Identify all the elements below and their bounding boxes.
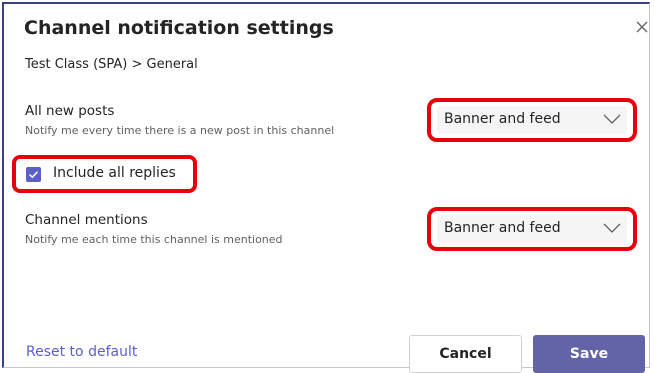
- include-all-replies-label: Include all replies: [53, 165, 176, 181]
- channel-mentions-description: Notify me each time this channel is ment…: [25, 233, 283, 246]
- notification-settings-dialog: Channel notification settings Test Class…: [2, 2, 652, 373]
- save-button[interactable]: Save: [533, 335, 645, 373]
- cancel-button[interactable]: Cancel: [409, 335, 522, 373]
- channel-mentions-selected-value: Banner and feed: [444, 220, 561, 236]
- channel-mentions-title: Channel mentions: [25, 212, 148, 228]
- all-new-posts-dropdown[interactable]: Banner and feed: [427, 98, 637, 142]
- dialog-title: Channel notification settings: [24, 17, 334, 39]
- breadcrumb: Test Class (SPA) > General: [25, 57, 198, 72]
- all-new-posts-description: Notify me every time there is a new post…: [25, 124, 335, 137]
- chevron-down-icon: [603, 114, 621, 124]
- checkmark-icon: [28, 171, 39, 179]
- close-icon: [636, 21, 648, 33]
- channel-mentions-dropdown-field: Banner and feed: [437, 215, 627, 243]
- all-new-posts-title: All new posts: [25, 103, 115, 119]
- include-all-replies-checkbox[interactable]: [26, 167, 41, 182]
- reset-to-default-link[interactable]: Reset to default: [26, 344, 137, 360]
- channel-mentions-dropdown[interactable]: Banner and feed: [427, 207, 637, 251]
- chevron-down-icon: [603, 223, 621, 233]
- all-new-posts-selected-value: Banner and feed: [444, 111, 561, 127]
- all-new-posts-dropdown-field: Banner and feed: [437, 106, 627, 134]
- include-all-replies-checkbox-row[interactable]: Include all replies: [12, 155, 197, 193]
- close-button[interactable]: [632, 17, 652, 37]
